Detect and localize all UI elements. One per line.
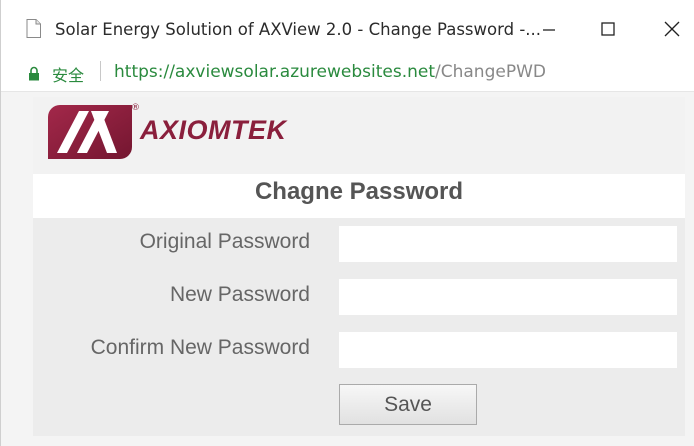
new-password-input[interactable] [339,279,677,315]
maximize-icon [601,22,615,36]
new-password-label: New Password [169,283,310,306]
browser-window: Solar Energy Solution of AXView 2.0 - Ch… [0,0,694,446]
url-path: /ChangePWD [435,62,546,82]
url-text[interactable]: https://axviewsolar.azurewebsites.net/Ch… [114,62,546,82]
confirm-password-input[interactable] [339,332,677,368]
secure-label[interactable]: 安全 [52,62,84,86]
confirm-password-label: Confirm New Password [90,336,310,359]
close-button[interactable] [652,14,692,44]
original-password-label: Original Password [139,230,310,253]
address-separator [100,61,101,81]
minimize-icon [543,29,555,31]
lock-icon [29,66,39,81]
axiomtek-logo-icon [48,105,132,159]
minimize-button[interactable] [529,14,569,44]
save-button[interactable]: Save [339,384,477,425]
document-icon [26,19,41,38]
maximize-button[interactable] [588,14,628,44]
registered-mark: ® [131,103,140,113]
window-title: Solar Energy Solution of AXView 2.0 - Ch… [55,20,542,39]
close-icon [664,21,680,37]
brand-name: AXIOMTEK [140,115,287,145]
url-host: https://axviewsolar.azurewebsites.net [114,62,435,82]
original-password-input[interactable] [339,226,677,262]
page-title: Chagne Password [254,178,464,205]
